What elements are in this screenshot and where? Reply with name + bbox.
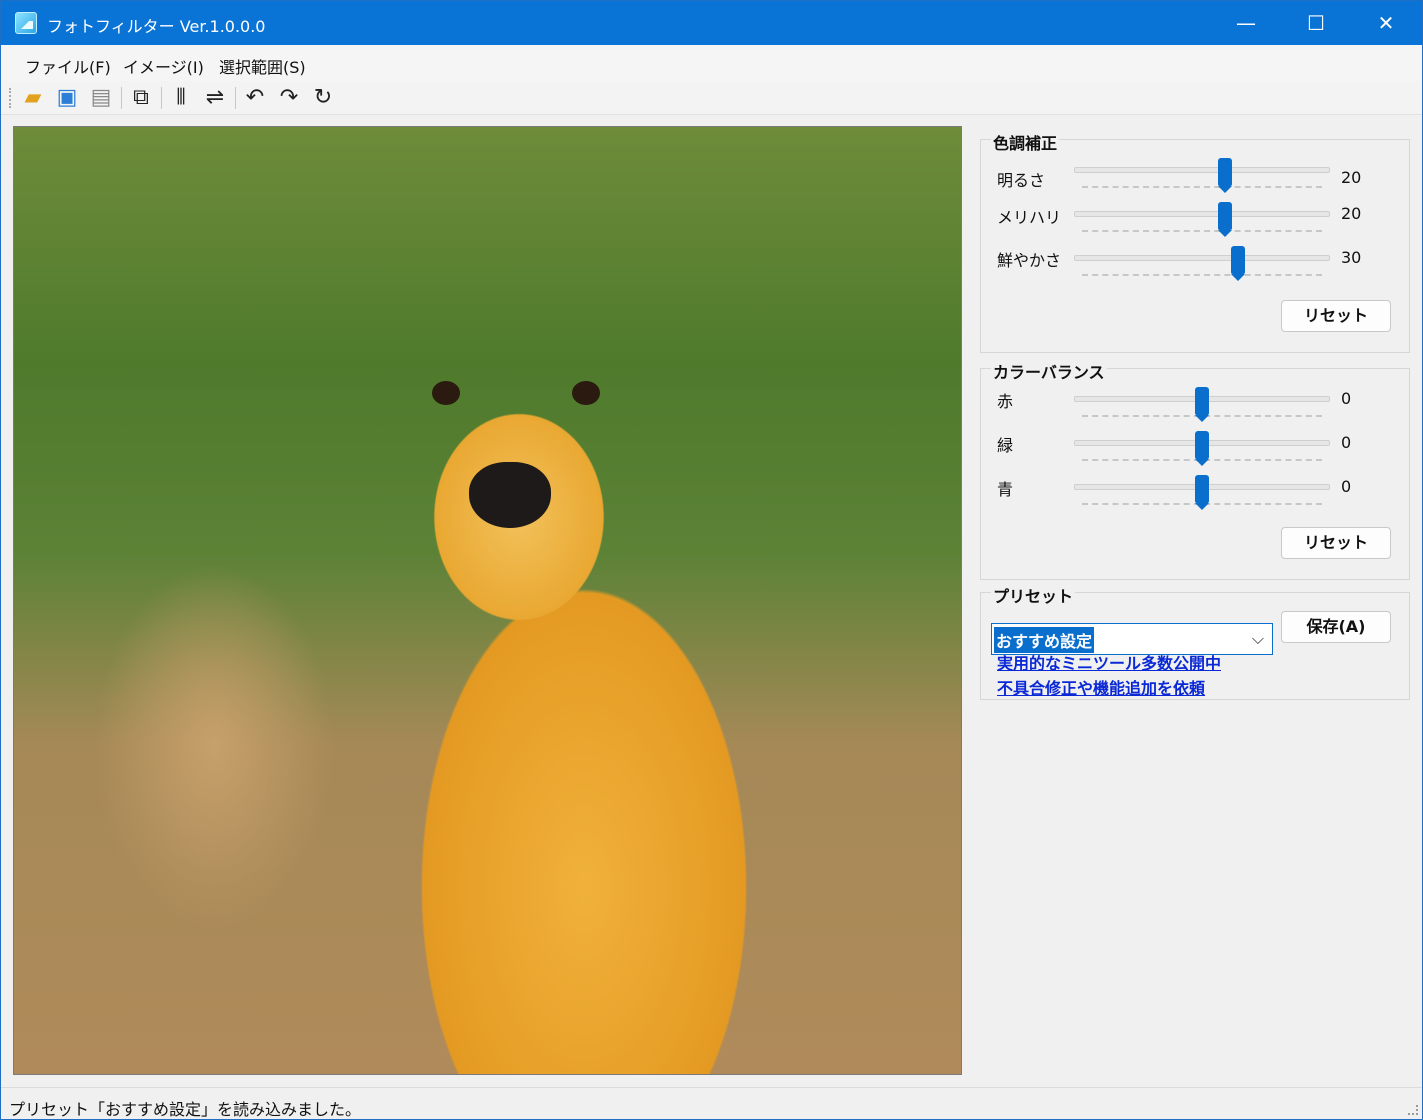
red-label: 赤 — [997, 392, 1014, 411]
flip-vertical-icon[interactable]: ⇌ — [201, 85, 229, 111]
tone-reset-button[interactable]: リセット — [1281, 300, 1391, 332]
contrast-ticks — [1082, 230, 1322, 233]
request-fix-link[interactable]: 不具合修正や機能追加を依頼 — [997, 675, 1205, 699]
menu-selection[interactable]: 選択範囲(S) — [219, 54, 306, 78]
color-balance-title: カラーバランス — [991, 359, 1107, 383]
contrast-value: 20 — [1341, 204, 1362, 223]
rotate-right-icon[interactable]: ↷ — [275, 85, 303, 111]
brightness-ticks — [1082, 186, 1322, 189]
contrast-slider-thumb[interactable] — [1218, 202, 1233, 237]
blue-label: 青 — [997, 480, 1014, 499]
menu-bar: ファイル(F) イメージ(I) 選択範囲(S) — [1, 45, 1422, 81]
green-slider-thumb[interactable] — [1195, 431, 1209, 466]
preset-title: プリセット — [991, 583, 1076, 607]
resize-grip-icon[interactable] — [1408, 1105, 1418, 1115]
preset-group: プリセット おすすめ設定 ⌵ 保存(A) 実用的なミニツール多数公開中 不具合修… — [980, 583, 1410, 700]
close-button[interactable]: ✕ — [1351, 1, 1421, 45]
dog-photo-nose — [469, 462, 551, 528]
contrast-track[interactable] — [1074, 211, 1330, 217]
toolbar-separator — [161, 87, 162, 109]
green-label: 緑 — [997, 436, 1014, 455]
brightness-slider-thumb[interactable] — [1218, 158, 1233, 193]
dog-photo-eye — [432, 381, 460, 405]
preset-save-button[interactable]: 保存(A) — [1281, 611, 1391, 643]
open-folder-icon[interactable]: ▰ — [19, 85, 47, 111]
red-value: 0 — [1341, 389, 1352, 408]
status-message: プリセット「おすすめ設定」を読み込みました。 — [9, 1100, 362, 1119]
color-balance-group: カラーバランス 赤 0 緑 0 青 0 リセット — [980, 359, 1410, 580]
saturation-label: 鮮やかさ — [997, 251, 1062, 270]
title-bar[interactable]: フォトフィルター Ver.1.0.0.0 — ☐ ✕ — [1, 1, 1422, 45]
app-window: フォトフィルター Ver.1.0.0.0 — ☐ ✕ ファイル(F) イメージ(… — [0, 0, 1423, 1120]
maximize-button[interactable]: ☐ — [1281, 1, 1351, 45]
toolbar-grip[interactable] — [9, 88, 12, 108]
red-slider-thumb[interactable] — [1195, 387, 1209, 422]
redo-icon[interactable]: ↻ — [309, 85, 337, 111]
toolbar-separator — [235, 87, 236, 109]
menu-image[interactable]: イメージ(I) — [123, 54, 204, 78]
save-icon[interactable]: ▣ — [53, 85, 81, 111]
saturation-ticks — [1082, 274, 1322, 277]
brightness-value: 20 — [1341, 168, 1362, 187]
brightness-track[interactable] — [1074, 167, 1330, 173]
flip-horizontal-icon[interactable]: ⫴ — [167, 85, 195, 111]
tone-group-title: 色調補正 — [991, 130, 1060, 154]
green-value: 0 — [1341, 433, 1352, 452]
blue-slider-thumb[interactable] — [1195, 475, 1209, 510]
chevron-down-icon[interactable]: ⌵ — [1252, 629, 1264, 649]
tone-group: 色調補正 明るさ 20 メリハリ 20 鮮やかさ 30 リセット — [980, 130, 1410, 353]
blue-value: 0 — [1341, 477, 1352, 496]
brightness-label: 明るさ — [997, 171, 1046, 190]
minimize-button[interactable]: — — [1211, 1, 1281, 45]
saturation-slider-thumb[interactable] — [1230, 246, 1245, 281]
toolbar: ▰ ▣ ▤ ⧉ ⫴ ⇌ ↶ ↷ ↻ — [1, 81, 1422, 115]
image-canvas[interactable] — [13, 126, 962, 1075]
menu-file[interactable]: ファイル(F) — [25, 54, 111, 78]
saturation-track[interactable] — [1074, 255, 1330, 261]
crop-icon[interactable]: ⧉ — [127, 85, 155, 111]
balance-reset-button[interactable]: リセット — [1281, 527, 1391, 559]
contrast-label: メリハリ — [997, 208, 1062, 227]
toolbar-separator — [121, 87, 122, 109]
print-icon[interactable]: ▤ — [87, 85, 115, 111]
rotate-left-icon[interactable]: ↶ — [241, 85, 269, 111]
photo-app-icon — [15, 12, 37, 34]
dog-photo-eye — [572, 381, 600, 405]
window-title: フォトフィルター Ver.1.0.0.0 — [47, 17, 266, 36]
saturation-value: 30 — [1341, 248, 1362, 267]
mini-tools-link[interactable]: 実用的なミニツール多数公開中 — [997, 650, 1221, 674]
status-bar: プリセット「おすすめ設定」を読み込みました。 — [1, 1087, 1422, 1119]
